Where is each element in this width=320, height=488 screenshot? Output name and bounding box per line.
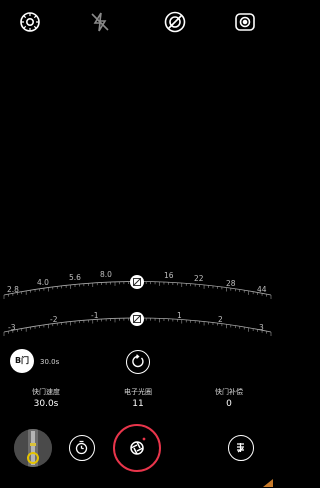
shutter-speed-param[interactable]: 快门速度 30.0s: [6, 387, 86, 411]
bulb-mode-button[interactable]: B门: [10, 349, 34, 373]
corner-logo-icon: [263, 479, 273, 487]
ev-label-minus3: -3: [8, 323, 16, 332]
flash-off-icon[interactable]: [88, 10, 112, 34]
ev-label-minus1: -1: [91, 311, 99, 320]
aperture-label-8.0: 8.0: [100, 270, 112, 279]
no-hdr-icon[interactable]: [163, 10, 187, 34]
ev-label-2: 2: [218, 315, 223, 324]
reset-button[interactable]: [126, 350, 150, 374]
aperture-label-5.6: 5.6: [69, 273, 81, 282]
exposure-dial-handle[interactable]: [130, 312, 144, 326]
aperture-value: 11: [132, 399, 144, 409]
aperture-dial-handle[interactable]: [130, 275, 144, 289]
mode-switch-button[interactable]: [228, 435, 254, 461]
shutter-speed-value: 30.0s: [33, 399, 59, 409]
bulb-time-value: 30.0s: [40, 358, 60, 366]
shutter-button[interactable]: [113, 424, 161, 472]
exposure-comp-label: 快门补偿: [215, 388, 243, 396]
aperture-label-22: 22: [194, 274, 204, 283]
aperture-label-16: 16: [164, 271, 174, 280]
settings-icon[interactable]: [18, 10, 42, 34]
shutter-aperture-icon: [130, 437, 146, 455]
ev-label-3: 3: [259, 323, 264, 332]
aperture-label-4.0: 4.0: [37, 278, 49, 287]
aperture-label-2.8: 2.8: [7, 285, 19, 294]
aperture-label-44: 44: [257, 285, 267, 294]
mode-switch-icon: [237, 443, 244, 453]
aperture-label: 电子光圈: [124, 388, 152, 396]
camera-mode-icon[interactable]: [233, 10, 257, 34]
reset-icon: [132, 354, 144, 368]
aperture-label-28: 28: [226, 279, 236, 288]
ev-label-1: 1: [177, 311, 182, 320]
shutter-speed-label: 快门速度: [32, 388, 60, 396]
exposure-comp-value: 0: [226, 399, 232, 409]
aperture-param[interactable]: 电子光圈 11: [98, 387, 178, 411]
timer-icon: [75, 440, 88, 455]
timer-button[interactable]: [69, 435, 95, 461]
exposure-comp-param[interactable]: 快门补偿 0: [189, 387, 269, 411]
ev-label-minus2: -2: [50, 315, 58, 324]
gallery-thumbnail[interactable]: [14, 429, 52, 467]
aperture-ev-dials[interactable]: 2.8 4.0 5.6 8.0 16 22 28 44 -3 -2 -1 1 2…: [0, 262, 275, 342]
